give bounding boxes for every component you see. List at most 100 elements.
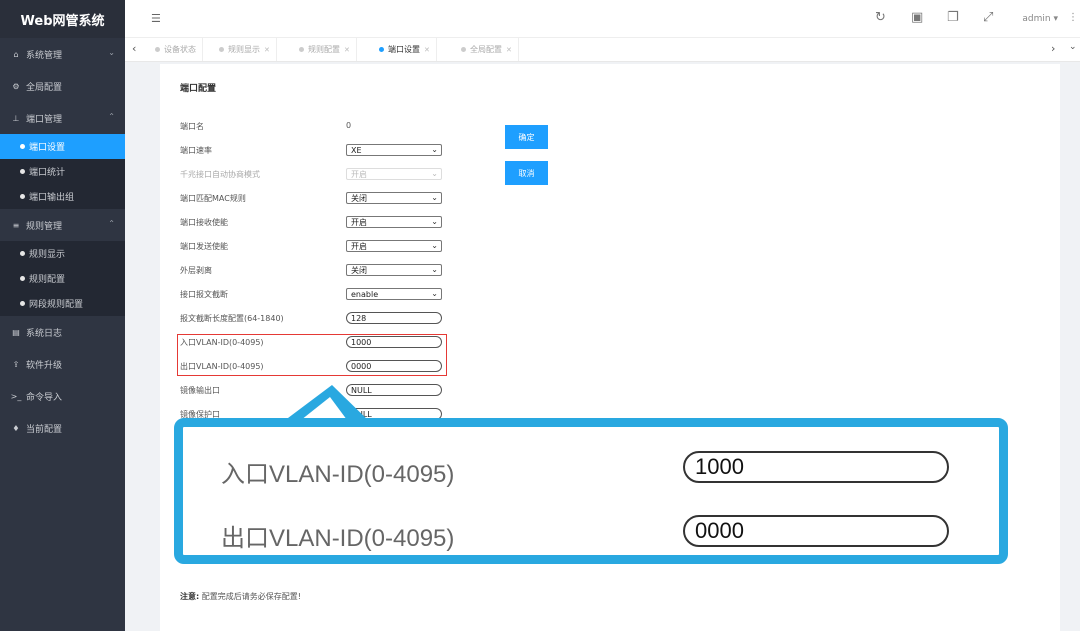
note-prefix: 注意: [180,592,200,601]
refresh-icon[interactable]: ↻ [875,10,886,25]
sidebar-sub-segment-rule[interactable]: 网段规则配置 [0,291,125,316]
copy-icon[interactable]: ❐ [947,10,959,25]
chevron-up-icon: ⌃ [108,219,115,228]
mirror-out-input[interactable]: NULL [346,384,442,396]
file-icon: ▤ [12,327,20,337]
select-value: 关闭 [351,193,367,203]
select-value: 开启 [351,241,367,251]
sidebar-sub-label: 规则显示 [29,250,66,260]
zoom-in-vlan-label: 入口VLAN-ID(0-4095) [221,461,455,488]
tx-enable-select[interactable]: 开启 ⌄ [346,240,442,252]
gigabit-auto-select: 开启 ⌄ [346,168,442,180]
upload-icon: ⇪ [12,359,20,369]
tab-device-status[interactable]: 设备状态 [149,38,203,61]
tab-label: 端口设置 [388,45,420,54]
tab-label: 规则配置 [308,45,340,54]
sidebar-item-port[interactable]: ⊥ 端口管理 ⌃ [0,102,125,134]
port-mac-label: 端口匹配MAC规则 [180,194,246,203]
sidebar-item-log[interactable]: ▤ 系统日志 [0,316,125,348]
tab-dot-icon [379,47,384,52]
sidebar-item-upgrade[interactable]: ⇪ 软件升级 [0,348,125,380]
mirror-out-label: 镜像输出口 [180,386,220,395]
tab-port-settings[interactable]: 端口设置 ✕ [373,38,437,61]
rx-enable-label: 端口接收使能 [180,218,228,227]
sidebar-item-label: 当前配置 [26,424,63,435]
in-vlan-label: 入口VLAN-ID(0-4095) [180,338,264,347]
bullet-icon [20,169,25,174]
map-marker-icon: ♦ [12,423,20,433]
sidebar-sub-port-stats[interactable]: 端口统计 [0,159,125,184]
confirm-button[interactable]: 确定 [505,125,548,149]
tab-prev-icon[interactable]: ‹ [132,42,136,55]
tab-rule-display[interactable]: 规则显示 ✕ [213,38,277,61]
close-icon[interactable]: ✕ [506,46,512,54]
zoom-callout: 入口VLAN-ID(0-4095) 1000 出口VLAN-ID(0-4095)… [174,418,1008,564]
close-icon[interactable]: ✕ [344,46,350,54]
fullscreen-icon[interactable]: ⤢ [983,10,993,25]
bullet-icon [20,276,25,281]
sidebar-item-label: 命令导入 [26,392,63,403]
sidebar-item-label: 规则管理 [26,221,63,232]
user-menu[interactable]: admin ▾ [1022,14,1058,24]
sidebar-sub-label: 规则配置 [29,275,66,285]
tab-dot-icon [461,47,466,52]
chevron-down-icon: ⌄ [431,265,438,274]
out-vlan-input[interactable]: 0000 [346,360,442,372]
close-icon[interactable]: ✕ [424,46,430,54]
tab-dot-icon [155,47,160,52]
tab-menu-icon[interactable]: ⌄ [1069,42,1077,52]
close-icon[interactable]: ✕ [264,46,270,54]
sidebar-item-label: 系统管理 [26,50,63,61]
zoom-out-vlan-input: 0000 [683,515,949,547]
sidebar-sub-rule-display[interactable]: 规则显示 [0,241,125,266]
in-vlan-input[interactable]: 1000 [346,336,442,348]
sidebar-item-rules[interactable]: ≡ 规则管理 ⌃ [0,209,125,241]
save-note: 注意: 配置完成后请务必保存配置! [180,591,301,602]
sidebar-sub-port-output[interactable]: 端口输出组 [0,184,125,209]
tab-dot-icon [299,47,304,52]
port-mac-select[interactable]: 关闭 ⌄ [346,192,442,204]
chevron-down-icon: ⌄ [431,169,438,178]
sidebar-item-current[interactable]: ♦ 当前配置 [0,412,125,444]
chevron-down-icon: ⌄ [431,217,438,226]
select-value: 开启 [351,169,367,179]
tab-next-icon[interactable]: › [1051,42,1055,55]
bullet-icon [20,194,25,199]
chevron-up-icon: ⌃ [108,112,115,121]
sidebar-item-import[interactable]: >_ 命令导入 [0,380,125,412]
bullet-icon [20,144,25,149]
sidebar-sub-port-settings[interactable]: 端口设置 [0,134,125,159]
more-icon[interactable]: ⋮ [1068,12,1078,23]
sidebar-item-label: 端口管理 [26,114,63,125]
sidebar-sub-rule-config[interactable]: 规则配置 [0,266,125,291]
chevron-down-icon: ⌄ [431,241,438,250]
tab-global-config[interactable]: 全局配置 ✕ [455,38,519,61]
app-title: Web网管系统 [0,0,125,38]
menu-toggle-icon[interactable]: ☰ [151,12,161,25]
save-icon[interactable]: ▣ [911,10,923,25]
port-rate-select[interactable]: XE ⌄ [346,144,442,156]
gigabit-auto-label: 千兆接口自动协商模式 [180,170,260,179]
sidebar-item-system[interactable]: ⌂ 系统管理 ⌄ [0,38,125,70]
sidebar: Web网管系统 ⌂ 系统管理 ⌄ ⚙ 全局配置 ⊥ 端口管理 ⌃ 端口设置 端口… [0,0,125,631]
bullet-icon [20,251,25,256]
port-name-label: 端口名 [180,122,204,131]
truncate-select[interactable]: enable ⌄ [346,288,442,300]
truncate-len-input[interactable]: 128 [346,312,442,324]
sidebar-sub-label: 端口设置 [29,143,66,153]
page-title: 端口配置 [180,84,217,94]
chevron-down-icon: ⌄ [431,145,438,154]
tab-rule-config[interactable]: 规则配置 ✕ [293,38,357,61]
chevron-down-icon: ⌄ [431,289,438,298]
truncate-label: 接口报文截断 [180,290,228,299]
tab-bar: ‹ 设备状态 规则显示 ✕ 规则配置 ✕ 端口设置 ✕ 全局配置 ✕ › ⌄ [125,38,1080,62]
zoom-out-vlan-label: 出口VLAN-ID(0-4095) [221,525,455,552]
sidebar-item-global[interactable]: ⚙ 全局配置 [0,70,125,102]
cancel-button[interactable]: 取消 [505,161,548,185]
sidebar-sub-label: 端口输出组 [29,193,75,203]
chevron-down-icon: ⌄ [431,193,438,202]
outer-strip-select[interactable]: 关闭 ⌄ [346,264,442,276]
tab-label: 规则显示 [228,45,260,54]
user-name: admin [1022,14,1051,24]
rx-enable-select[interactable]: 开启 ⌄ [346,216,442,228]
